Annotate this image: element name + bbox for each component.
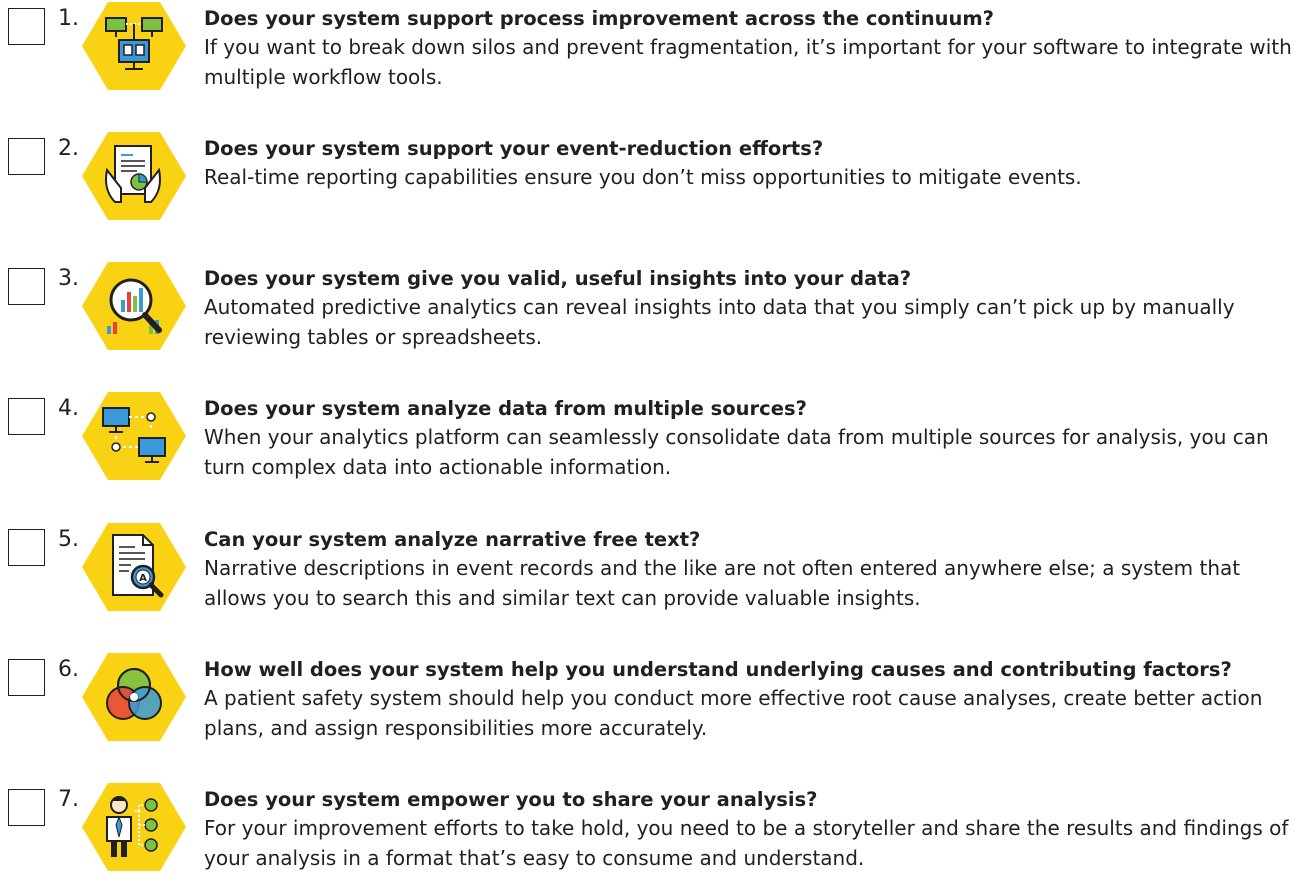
question-6: How well does your system help you under… <box>204 658 1232 681</box>
question-3: Does your system give you valid, useful … <box>204 267 912 290</box>
report-in-hands-icon <box>81 130 187 222</box>
checkbox-6[interactable] <box>8 659 45 696</box>
checkbox-3[interactable] <box>8 268 45 305</box>
checkbox-2[interactable] <box>8 138 45 175</box>
item-number-7: 7. <box>58 787 79 812</box>
item-number-2: 2. <box>58 136 79 161</box>
question-4: Does your system analyze data from multi… <box>204 397 807 420</box>
question-5: Can your system analyze narrative free t… <box>204 528 701 551</box>
checkbox-1[interactable] <box>8 8 45 45</box>
item-number-4: 4. <box>58 396 79 421</box>
item-number-1: 1. <box>58 6 79 31</box>
connected-computers-icon <box>81 0 187 92</box>
description-4: When your analytics platform can seamles… <box>204 425 1269 479</box>
description-1: If you want to break down silos and prev… <box>204 35 1292 89</box>
description-6: A patient safety system should help you … <box>204 686 1263 740</box>
description-7: For your improvement efforts to take hol… <box>204 816 1289 870</box>
checkbox-7[interactable] <box>8 789 45 826</box>
venn-diagram-icon <box>81 651 187 743</box>
item-number-3: 3. <box>58 266 79 291</box>
question-2: Does your system support your event-redu… <box>204 137 824 160</box>
checkbox-5[interactable] <box>8 529 45 566</box>
checkbox-4[interactable] <box>8 398 45 435</box>
question-1: Does your system support process improve… <box>204 7 994 30</box>
linked-monitors-icon <box>81 390 187 482</box>
description-5: Narrative descriptions in event records … <box>204 556 1241 610</box>
item-number-6: 6. <box>58 657 79 682</box>
person-network-icon <box>81 781 187 873</box>
magnifier-chart-icon <box>81 260 187 352</box>
item-number-5: 5. <box>58 527 79 552</box>
description-3: Automated predictive analytics can revea… <box>204 295 1235 349</box>
question-7: Does your system empower you to share yo… <box>204 788 818 811</box>
svg-text:A: A <box>139 573 147 584</box>
description-2: Real-time reporting capabilities ensure … <box>204 165 1082 189</box>
document-search-icon: A <box>81 521 187 613</box>
